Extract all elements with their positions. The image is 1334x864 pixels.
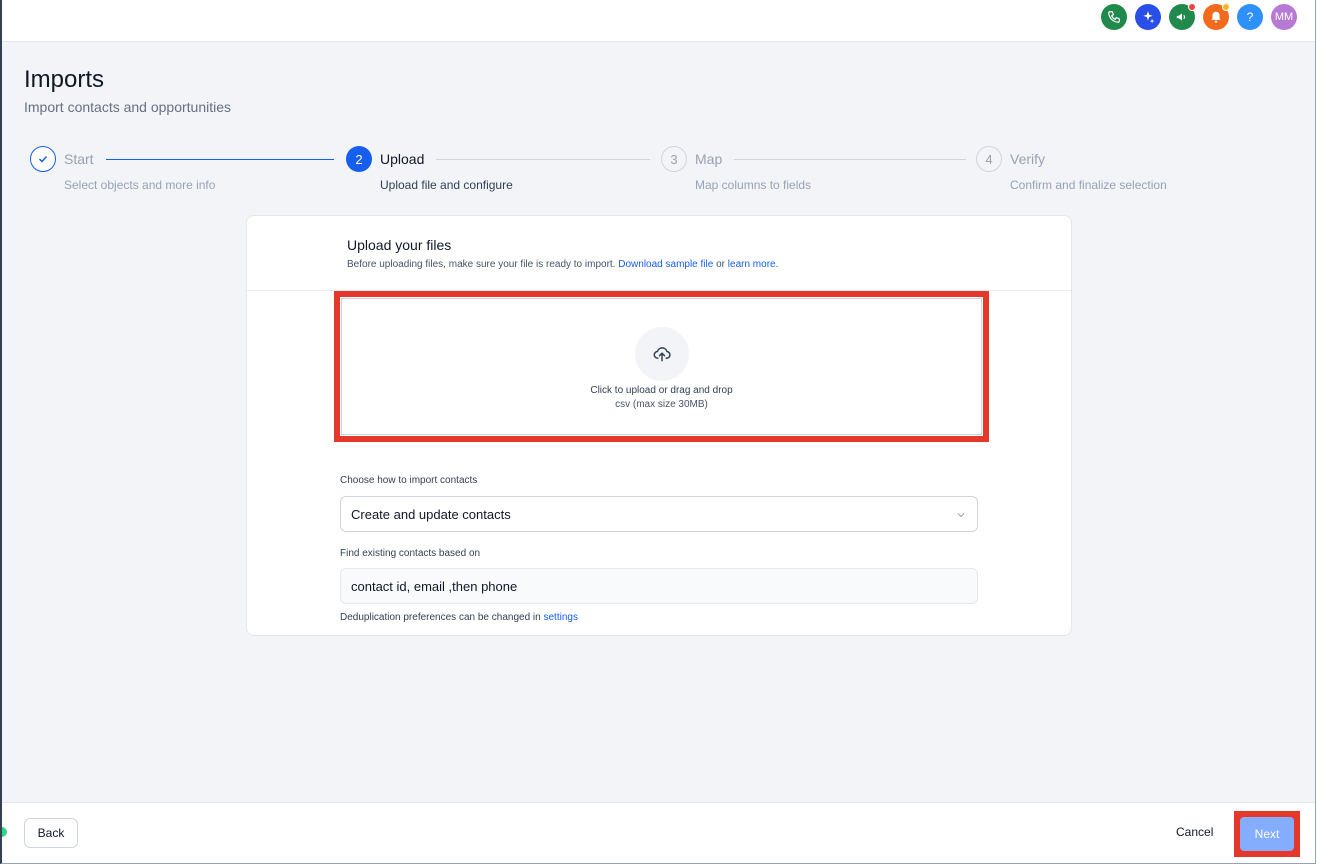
step-verify-number: 4 bbox=[976, 146, 1002, 172]
step-connector bbox=[106, 159, 334, 160]
step-map-description: Map columns to fields bbox=[695, 178, 812, 192]
import-mode-value: Create and update contacts bbox=[351, 507, 511, 522]
step-start-check-icon bbox=[30, 146, 56, 172]
step-map-name: Map bbox=[695, 151, 723, 167]
step-start-name: Start bbox=[64, 151, 94, 167]
upload-subtitle-text: Before uploading files, make sure your f… bbox=[347, 259, 616, 270]
import-mode-select[interactable]: Create and update contacts bbox=[340, 496, 978, 532]
step-connector bbox=[436, 159, 650, 160]
footer-bar: Back Cancel Next bbox=[2, 802, 1315, 863]
download-sample-link[interactable]: Download sample file bbox=[618, 259, 713, 270]
file-dropzone[interactable]: Click to upload or drag and drop csv (ma… bbox=[341, 298, 982, 435]
upload-card: Upload your files Before uploading files… bbox=[246, 215, 1072, 636]
help-icon[interactable]: ? bbox=[1237, 4, 1263, 30]
dedupe-helper-text: Deduplication preferences can be changed… bbox=[340, 612, 541, 623]
phone-icon[interactable] bbox=[1101, 4, 1127, 30]
upload-title: Upload your files bbox=[347, 237, 452, 253]
avatar[interactable]: MM bbox=[1271, 4, 1297, 30]
avatar-initials: MM bbox=[1274, 11, 1294, 23]
top-icons: ? MM bbox=[1101, 3, 1297, 30]
learn-more-link[interactable]: learn more. bbox=[728, 259, 779, 270]
step-verify-name: Verify bbox=[1010, 151, 1046, 167]
step-upload-description: Upload file and configure bbox=[380, 178, 513, 192]
step-upload-number: 2 bbox=[346, 146, 372, 172]
upload-subtitle: Before uploading files, make sure your f… bbox=[347, 259, 778, 270]
upload-cloud-icon bbox=[635, 327, 689, 381]
dropzone-text: Click to upload or drag and drop bbox=[590, 385, 733, 396]
page-title: Imports bbox=[24, 66, 105, 93]
upload-card-header: Upload your files Before uploading files… bbox=[247, 216, 1071, 291]
top-bar: ? MM bbox=[2, 0, 1315, 42]
back-button[interactable]: Back bbox=[24, 818, 78, 848]
sparkle-icon[interactable] bbox=[1135, 4, 1161, 30]
page-subtitle: Import contacts and opportunities bbox=[24, 99, 232, 115]
settings-link[interactable]: settings bbox=[543, 612, 577, 623]
bell-icon[interactable] bbox=[1203, 3, 1230, 30]
chevron-down-icon bbox=[957, 513, 965, 518]
app-frame: ? MM Imports Import contacts and opportu… bbox=[0, 0, 1316, 864]
import-stepper: Start Select objects and more info 2 Upl… bbox=[2, 144, 1315, 204]
step-verify-description: Confirm and finalize selection bbox=[1010, 178, 1167, 192]
dedupe-value: contact id, email ,then phone bbox=[351, 579, 518, 594]
dedupe-label: Find existing contacts based on bbox=[340, 548, 481, 559]
megaphone-icon[interactable] bbox=[1169, 3, 1196, 30]
step-upload-name: Upload bbox=[380, 151, 425, 167]
import-mode-label: Choose how to import contacts bbox=[340, 475, 478, 486]
dropzone-subtext: csv (max size 30MB) bbox=[615, 399, 708, 410]
notification-dot bbox=[1222, 3, 1230, 11]
step-connector bbox=[734, 159, 966, 160]
cancel-button[interactable]: Cancel bbox=[1176, 825, 1213, 839]
or-text: or bbox=[716, 259, 725, 270]
next-button[interactable]: Next bbox=[1240, 817, 1294, 851]
step-start-description: Select objects and more info bbox=[64, 178, 216, 192]
dedupe-field: contact id, email ,then phone bbox=[340, 568, 978, 604]
notification-dot bbox=[1188, 3, 1196, 11]
dedupe-helper: Deduplication preferences can be changed… bbox=[340, 612, 578, 623]
step-map-number: 3 bbox=[661, 146, 687, 172]
help-glyph: ? bbox=[1246, 10, 1254, 24]
